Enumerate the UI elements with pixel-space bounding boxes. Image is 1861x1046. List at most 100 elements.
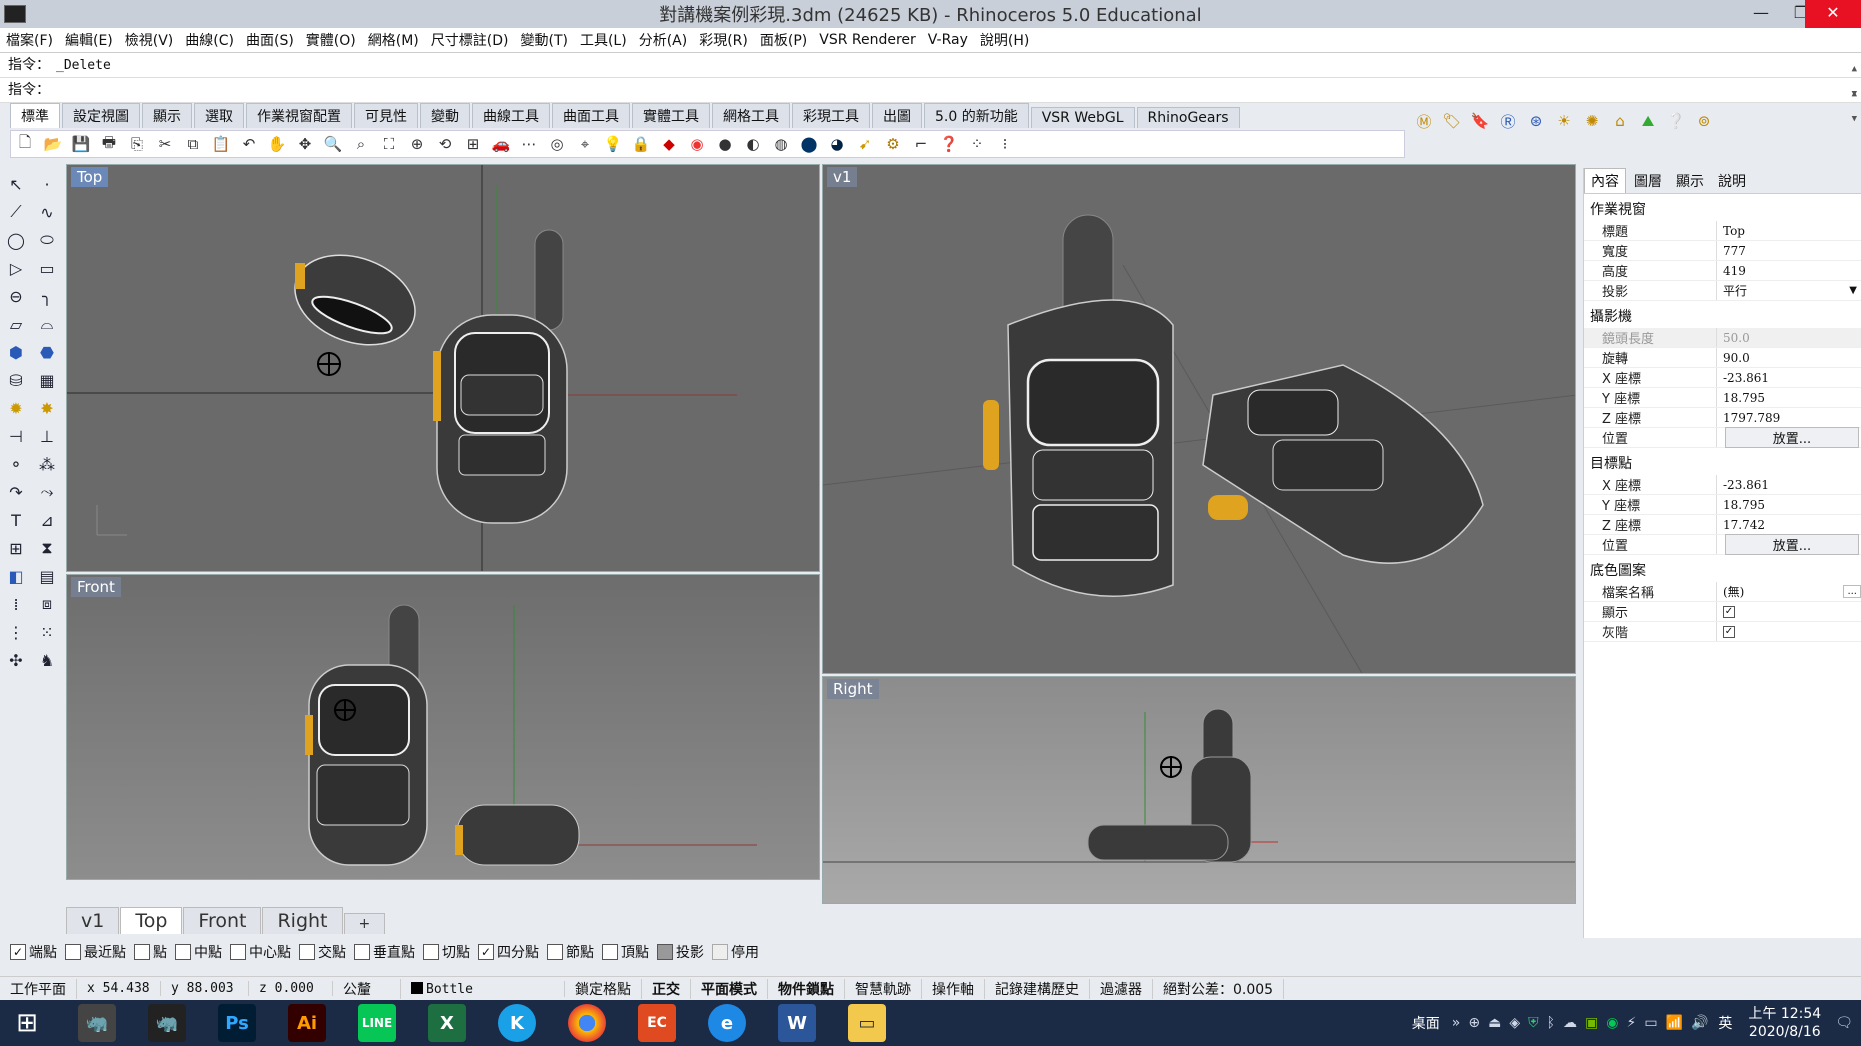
menu-analyze[interactable]: 分析(A) [639, 30, 688, 50]
osnap-end-checkbox[interactable]: ✓ [10, 944, 26, 960]
menu-tools[interactable]: 工具(L) [580, 30, 627, 50]
tab-new-in-v5[interactable]: 5.0 的新功能 [924, 103, 1029, 128]
light-tool-icon[interactable]: ✹ [3, 396, 29, 420]
ellipse-icon[interactable]: ⬭ [34, 228, 60, 252]
spotlight-icon[interactable]: ➹ [853, 133, 877, 155]
title-field[interactable]: Top [1716, 221, 1861, 240]
tab-standard[interactable]: 標準 [10, 103, 60, 128]
add-viewport-tab[interactable]: + [343, 913, 386, 934]
command-input[interactable] [52, 80, 1842, 100]
trim-icon[interactable]: ⊣ [3, 424, 29, 448]
mesh-icon[interactable]: ▦ [34, 368, 60, 392]
start-button[interactable]: ⊞ [0, 1000, 54, 1046]
menu-render[interactable]: 彩現(R) [699, 30, 748, 50]
cut-icon[interactable]: ✂ [153, 133, 177, 155]
osnap-near-checkbox[interactable] [65, 944, 81, 960]
box-icon[interactable]: ⬢ [3, 340, 29, 364]
viewport-right-label[interactable]: Right [827, 679, 879, 699]
plugin-lamp-icon[interactable]: ⌂ [1608, 110, 1632, 132]
plugin-terrain-icon[interactable]: ⛰ [1636, 110, 1660, 132]
osnap-project[interactable]: 投影 [657, 942, 704, 962]
viewport-top-label[interactable]: Top [71, 167, 109, 187]
viewport-front-label[interactable]: Front [71, 577, 121, 597]
tab-surface-tools[interactable]: 曲面工具 [552, 103, 630, 128]
pan-icon[interactable]: ✋ [265, 133, 289, 155]
viewport-top[interactable]: Top [66, 164, 820, 572]
tab-render-tools[interactable]: 彩現工具 [792, 103, 870, 128]
more-tools-icon[interactable]: ⁝ [993, 133, 1017, 155]
clock[interactable]: 上午 12:54 2020/8/16 [1748, 1005, 1821, 1041]
zoom-selected-icon[interactable]: ⊕ [405, 133, 429, 155]
tab-curve-tools[interactable]: 曲線工具 [472, 103, 550, 128]
plugin-sun-icon[interactable]: ☀ [1552, 110, 1576, 132]
grid-snap-toggle[interactable]: 鎖定格點 [565, 978, 642, 999]
height-field[interactable]: 419 [1716, 261, 1861, 280]
panel-tab-properties[interactable]: 內容 [1584, 168, 1626, 193]
tray-network-icon[interactable]: ⊕ [1468, 1015, 1480, 1031]
polyline-icon[interactable]: ⟋ [3, 200, 29, 224]
cage-icon[interactable]: ⁙ [34, 620, 60, 644]
tab-display[interactable]: 顯示 [142, 103, 192, 128]
tray-usb-icon[interactable]: ⏏ [1488, 1015, 1501, 1031]
desktop-label[interactable]: 桌面 [1412, 1013, 1440, 1033]
smarttrack-toggle[interactable]: 智慧軌跡 [845, 978, 922, 999]
gumball-toggle[interactable]: 操作軸 [922, 978, 985, 999]
menu-dimension[interactable]: 尺寸標註(D) [431, 30, 509, 50]
menu-curve[interactable]: 曲線(C) [185, 30, 234, 50]
tab-visibility[interactable]: 可見性 [354, 103, 418, 128]
four-view-icon[interactable]: ⊞ [461, 133, 485, 155]
tray-wifi-icon[interactable]: 📶 [1666, 1015, 1683, 1031]
circle-icon[interactable]: ◯ [3, 228, 29, 252]
osnap-mid[interactable]: 中點 [175, 942, 222, 962]
filter-toggle[interactable]: 過濾器 [1090, 978, 1153, 999]
layer-icon[interactable]: ◆ [657, 133, 681, 155]
osnap-knot[interactable]: 節點 [547, 942, 594, 962]
material-sphere-icon[interactable]: ⬤ [797, 133, 821, 155]
distribute-icon[interactable]: ⋮ [3, 620, 29, 644]
osnap-vertex-checkbox[interactable] [602, 944, 618, 960]
tray-volume-icon[interactable]: 🔊 [1691, 1015, 1708, 1031]
rectangle-icon[interactable]: ▭ [34, 256, 60, 280]
menu-mesh[interactable]: 網格(M) [368, 30, 419, 50]
save-icon[interactable]: 💾 [69, 133, 93, 155]
units-status[interactable]: 公釐 [333, 978, 401, 999]
taskbar-chrome[interactable] [560, 1000, 614, 1046]
osnap-end[interactable]: ✓ 端點 [10, 942, 57, 962]
tray-shield-icon[interactable]: ⛨ [1528, 1015, 1539, 1031]
current-layer[interactable]: Bottle [401, 980, 565, 997]
taskbar-rhino[interactable]: 🦏 [70, 1000, 124, 1046]
plugin-m-icon[interactable]: Ⓜ [1412, 110, 1436, 132]
tab-vsr-webgl[interactable]: VSR WebGL [1030, 107, 1135, 128]
color-wheel-icon[interactable]: ◉ [685, 133, 709, 155]
polygon-icon[interactable]: ▷ [3, 256, 29, 280]
notification-icon[interactable]: 🗨 [1835, 1015, 1853, 1031]
tray-nvidia-icon[interactable]: ▣ [1585, 1015, 1598, 1031]
menu-transform[interactable]: 變動(T) [520, 30, 567, 50]
gumball-icon[interactable]: ✣ [3, 648, 29, 672]
taskbar-explorer[interactable]: ▭ [840, 1000, 894, 1046]
open-file-icon[interactable]: 📂 [41, 133, 65, 155]
filename-field[interactable]: (無)... [1716, 582, 1861, 601]
browse-button[interactable]: ... [1843, 585, 1861, 598]
join-icon[interactable]: ⚬ [3, 452, 29, 476]
car-icon[interactable]: 🚗 [489, 133, 513, 155]
dotted-grid-icon[interactable]: ⁘ [965, 133, 989, 155]
osnap-center-checkbox[interactable] [230, 944, 246, 960]
osnap-perp-checkbox[interactable] [354, 944, 370, 960]
shaded-sphere-icon[interactable]: ● [713, 133, 737, 155]
menu-view[interactable]: 檢視(V) [125, 30, 174, 50]
mirror-icon[interactable]: ⧗ [34, 536, 60, 560]
osnap-int[interactable]: 交點 [299, 942, 346, 962]
tray-power-icon[interactable]: ⚡ [1626, 1015, 1636, 1031]
osnap-perp[interactable]: 垂直點 [354, 942, 415, 962]
explode-icon[interactable]: ✸ [34, 396, 60, 420]
osnap-point[interactable]: 點 [134, 942, 167, 962]
close-button[interactable]: ✕ [1805, 0, 1861, 28]
wireframe-sphere-icon[interactable]: ◍ [769, 133, 793, 155]
align-icon[interactable]: ⁞ [3, 592, 29, 616]
undo-icon[interactable]: ↶ [237, 133, 261, 155]
osnap-quad-checkbox[interactable]: ✓ [478, 944, 494, 960]
panel-tab-help[interactable]: 說明 [1712, 169, 1752, 193]
tray-cloud-icon[interactable]: ☁ [1563, 1015, 1577, 1031]
options-gear-icon[interactable]: ⚙ [881, 133, 905, 155]
